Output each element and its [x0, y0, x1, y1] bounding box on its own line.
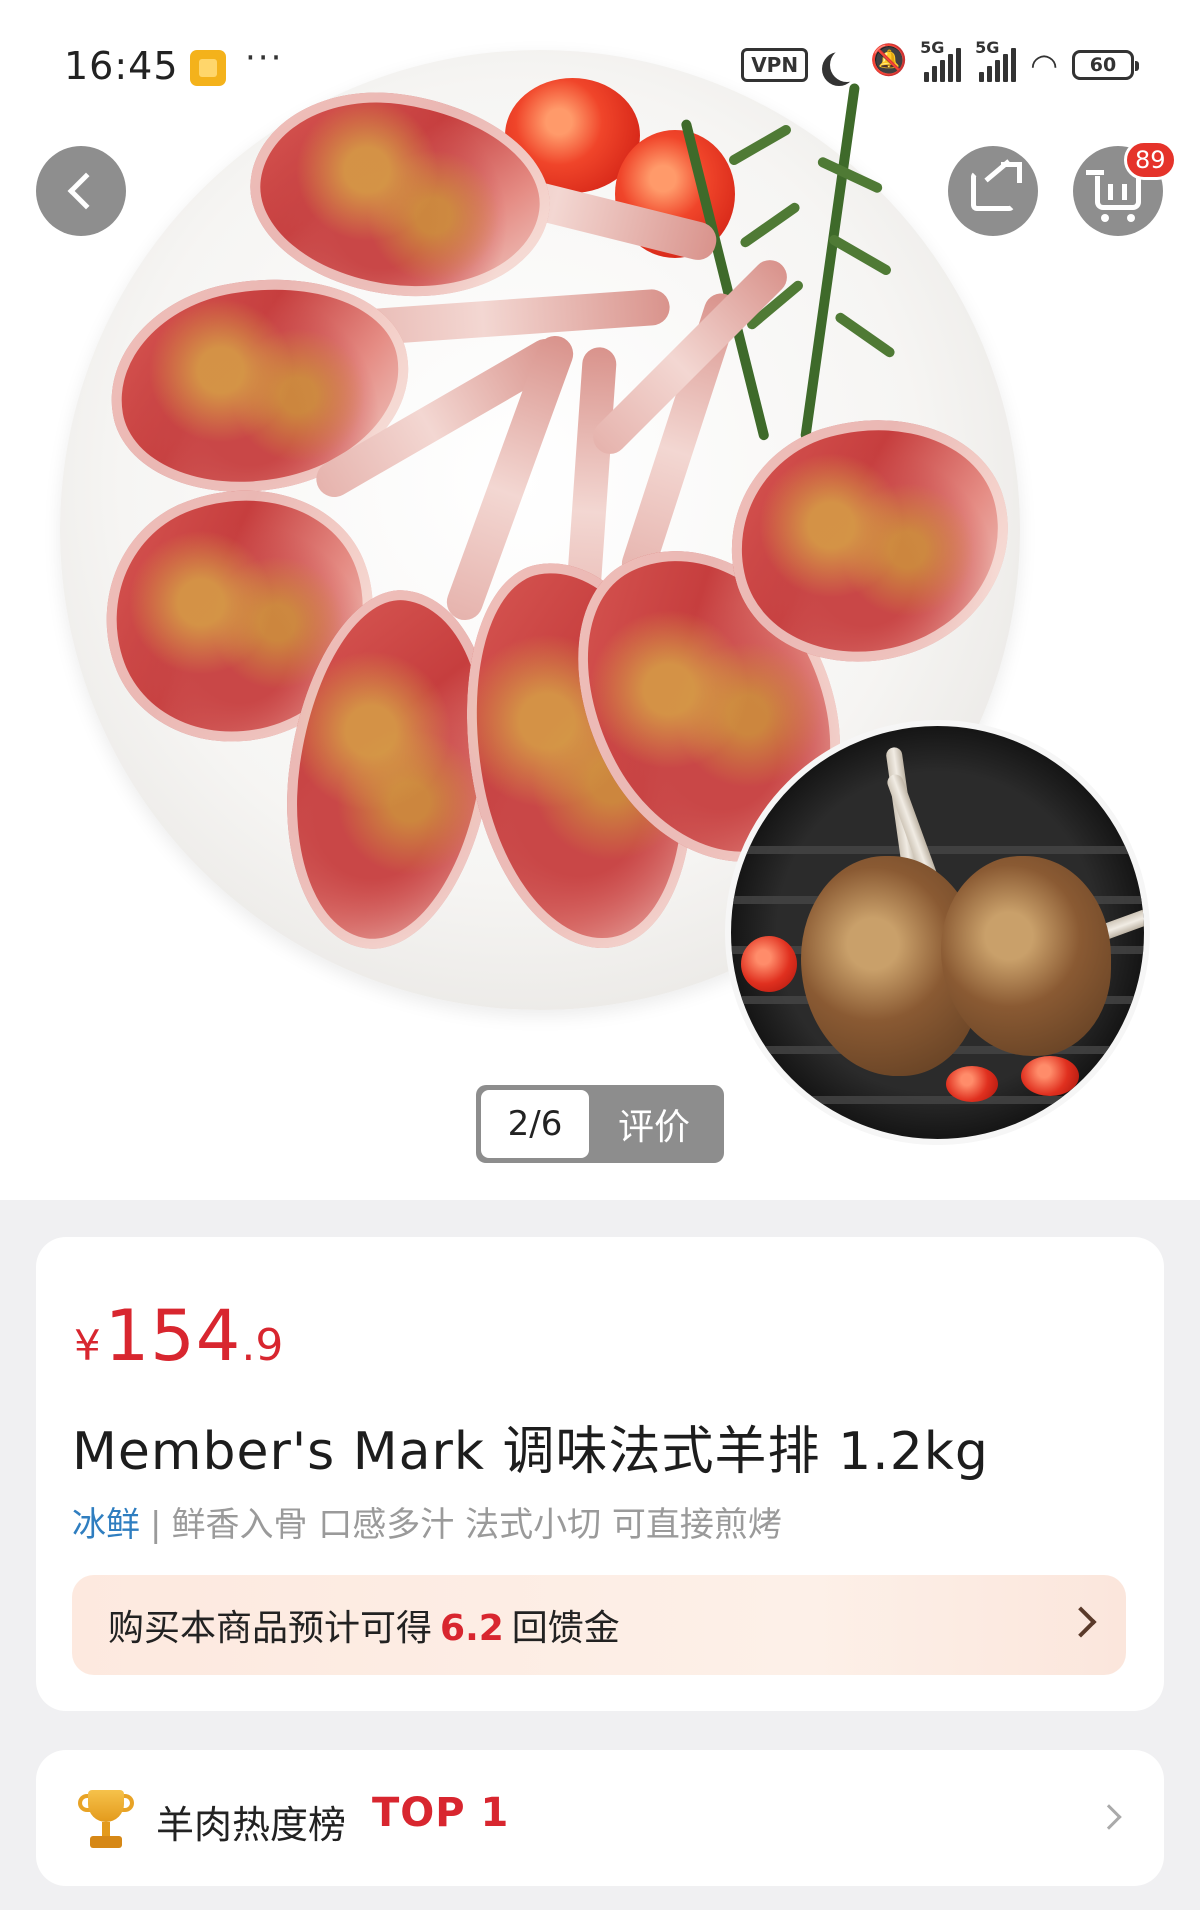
cooked-lamb-inset-image: [725, 720, 1150, 1145]
chilled-tag: 冰鲜: [72, 1505, 140, 1545]
rebate-suffix: 回馈金: [511, 1608, 620, 1649]
do-not-disturb-icon: [830, 48, 864, 82]
review-tab[interactable]: 评价: [589, 1098, 719, 1150]
chevron-left-icon: [67, 172, 105, 210]
status-bar: 16:45 ··· VPN 5G 5G ◠ 60: [0, 0, 1200, 120]
chevron-right-icon: [1065, 1606, 1097, 1638]
battery-icon: 60: [1072, 50, 1139, 80]
image-counter: 2/6: [481, 1090, 589, 1158]
signal-icon: 5G: [920, 38, 962, 82]
share-icon: [971, 162, 1022, 211]
rebate-prefix: 购买本商品预计可得: [108, 1608, 433, 1649]
status-indicators: VPN 5G 5G ◠ 60: [741, 38, 1139, 84]
price-decimal: .9: [241, 1320, 284, 1371]
status-time: 16:45: [64, 44, 179, 88]
shopping-cart-icon: [1086, 170, 1141, 210]
ranking-position: TOP 1: [372, 1790, 510, 1836]
feature-tags: 鲜香入骨 口感多汁 法式小切 可直接煎烤: [171, 1505, 782, 1545]
currency-symbol: ¥: [74, 1321, 101, 1370]
wifi-icon: ◠: [1030, 46, 1058, 84]
notes-app-icon: [190, 50, 226, 86]
price-integer: 154: [104, 1295, 242, 1377]
signal-icon: 5G: [975, 38, 1017, 82]
ranking-card[interactable]: 羊肉热度榜 TOP 1: [36, 1750, 1164, 1886]
ranking-label: 羊肉热度榜: [156, 1803, 347, 1847]
cart-count-badge: 89: [1124, 140, 1177, 180]
vpn-icon: VPN: [741, 48, 809, 82]
trophy-icon: [78, 1790, 134, 1850]
product-price: ¥ 154 .9: [74, 1295, 283, 1377]
gallery-pager: 2/6 评价: [476, 1085, 724, 1163]
more-notifications-icon: ···: [245, 38, 284, 78]
share-button[interactable]: [948, 146, 1038, 236]
product-title: Member's Mark 调味法式羊排 1.2kg: [72, 1422, 989, 1482]
tag-separator: |: [150, 1505, 162, 1545]
chevron-right-icon: [1096, 1804, 1122, 1830]
mute-icon: [870, 43, 907, 83]
back-button[interactable]: [36, 146, 126, 236]
rebate-banner[interactable]: 购买本商品预计可得 6.2 回馈金: [72, 1575, 1126, 1675]
rebate-amount: 6.2: [440, 1608, 504, 1649]
product-info-card: ¥ 154 .9 Member's Mark 调味法式羊排 1.2kg 冰鲜 | 鲜…: [36, 1237, 1164, 1711]
product-tags: 冰鲜 | 鲜香入骨 口感多汁 法式小切 可直接煎烤: [72, 1497, 782, 1546]
